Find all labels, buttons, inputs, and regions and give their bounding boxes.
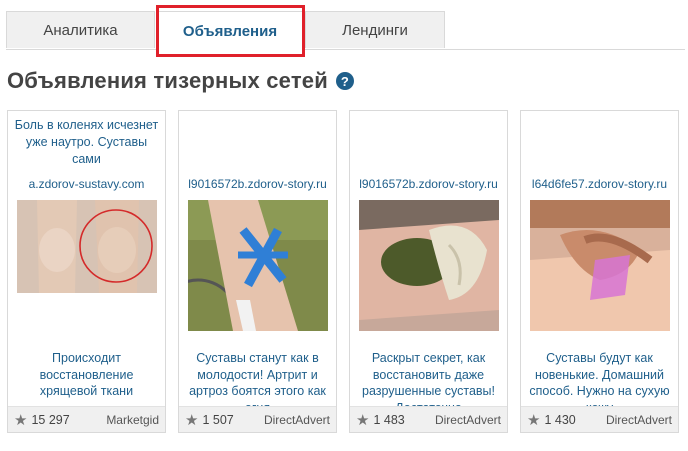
ad-bottom-text[interactable]: Происходит восстановление хрящевой ткани bbox=[8, 350, 165, 407]
ad-views: 1 483 bbox=[373, 412, 405, 427]
ad-views: 15 297 bbox=[31, 412, 70, 427]
ad-top-text[interactable]: Боль в коленях исчезнет уже наутро. Суст… bbox=[8, 117, 165, 168]
tab-bar: Аналитика Объявления Лендинги bbox=[6, 11, 685, 50]
ad-views: 1 507 bbox=[202, 412, 234, 427]
massage-photo-icon bbox=[530, 200, 670, 331]
ad-bottom-text[interactable]: Раскрыт секрет, как восстановить даже ра… bbox=[350, 350, 507, 407]
ad-domain[interactable]: a.zdorov-sustavy.com bbox=[8, 177, 165, 191]
ad-image-herbal-wrap[interactable] bbox=[359, 200, 499, 331]
ad-image-taped-knee[interactable] bbox=[188, 200, 328, 331]
ad-network: DirectAdvert bbox=[263, 412, 330, 427]
ad-network: Marketgid bbox=[106, 412, 159, 427]
ad-card[interactable]: l64d6fe57.zdorov-story.ru Суставы будут … bbox=[520, 110, 679, 433]
star-icon: ★ bbox=[356, 411, 370, 429]
ad-network: DirectAdvert bbox=[605, 412, 672, 427]
ad-footer: ★ 1 507 DirectAdvert bbox=[179, 406, 336, 432]
herbal-wrap-photo-icon bbox=[359, 200, 499, 331]
ad-footer: ★ 1 430 DirectAdvert bbox=[521, 406, 678, 432]
star-icon: ★ bbox=[14, 411, 28, 429]
ad-footer: ★ 15 297 Marketgid bbox=[8, 406, 165, 432]
star-icon: ★ bbox=[185, 411, 199, 429]
active-tab-highlight-box bbox=[156, 5, 305, 57]
page-title-text: Объявления тизерных сетей bbox=[7, 68, 328, 93]
ad-card[interactable]: l9016572b.zdorov-story.ru Суставы станут… bbox=[178, 110, 337, 433]
page-title: Объявления тизерных сетей ? bbox=[7, 68, 354, 94]
tab-landings[interactable]: Лендинги bbox=[305, 11, 445, 48]
ad-domain[interactable]: l9016572b.zdorov-story.ru bbox=[350, 177, 507, 191]
knees-photo-icon bbox=[17, 200, 157, 331]
ad-footer: ★ 1 483 DirectAdvert bbox=[350, 406, 507, 432]
star-icon: ★ bbox=[527, 411, 541, 429]
ad-card[interactable]: l9016572b.zdorov-story.ru Раскрыт секрет… bbox=[349, 110, 508, 433]
ad-domain[interactable]: l9016572b.zdorov-story.ru bbox=[179, 177, 336, 191]
ad-bottom-text[interactable]: Суставы будут как новенькие. Домашний сп… bbox=[521, 350, 678, 407]
help-icon[interactable]: ? bbox=[335, 72, 354, 90]
ad-card[interactable]: Боль в коленях исчезнет уже наутро. Суст… bbox=[7, 110, 166, 433]
ad-domain[interactable]: l64d6fe57.zdorov-story.ru bbox=[521, 177, 678, 191]
ad-bottom-text[interactable]: Суставы станут как в молодости! Артрит и… bbox=[179, 350, 336, 407]
ad-views: 1 430 bbox=[544, 412, 576, 427]
ad-image-massage[interactable] bbox=[530, 200, 670, 331]
tab-analytics[interactable]: Аналитика bbox=[6, 11, 155, 48]
taped-knee-photo-icon bbox=[188, 200, 328, 331]
ad-network: DirectAdvert bbox=[434, 412, 501, 427]
ad-image-knees[interactable] bbox=[17, 200, 157, 331]
